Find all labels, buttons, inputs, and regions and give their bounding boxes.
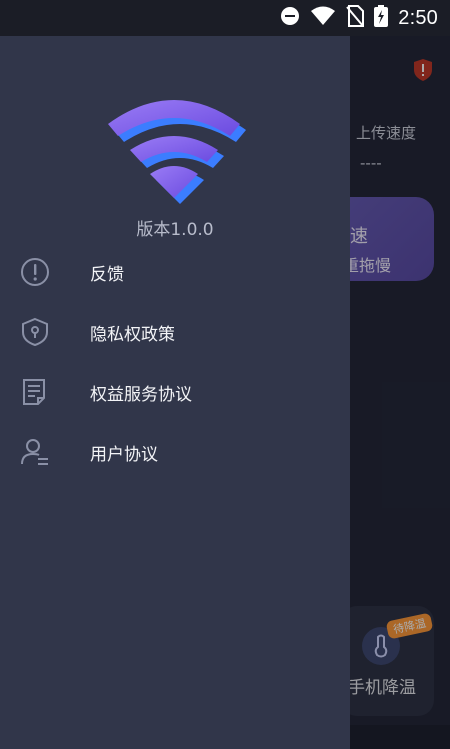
status-icons: 2:50 bbox=[280, 5, 438, 31]
document-icon bbox=[18, 375, 52, 409]
no-sim-icon bbox=[346, 5, 365, 31]
battery-charging-icon bbox=[374, 5, 389, 31]
menu-label-privacy-policy: 隐私权政策 bbox=[90, 324, 175, 345]
menu-label-user-agreement: 用户协议 bbox=[90, 444, 158, 465]
menu-label-feedback: 反馈 bbox=[90, 264, 124, 285]
status-time: 2:50 bbox=[398, 6, 438, 29]
privacy-shield-icon bbox=[18, 315, 52, 349]
wifi-logo-icon bbox=[100, 94, 248, 204]
app-version: 版本1.0.0 bbox=[136, 220, 214, 240]
menu-item-service-agreement[interactable]: 权益服务协议 bbox=[0, 364, 350, 420]
status-bar: 2:50 bbox=[0, 0, 450, 36]
menu-item-user-agreement[interactable]: 用户协议 bbox=[0, 424, 350, 480]
feedback-icon bbox=[18, 255, 52, 289]
user-agreement-icon bbox=[18, 435, 52, 469]
menu-label-service-agreement: 权益服务协议 bbox=[90, 384, 192, 405]
wifi-icon bbox=[310, 6, 336, 30]
menu-item-feedback[interactable]: 反馈 bbox=[0, 244, 350, 300]
do-not-disturb-icon bbox=[280, 6, 300, 30]
navigation-drawer: 版本1.0.0 反馈 隐私权政策 权益服务协议 用户协议 bbox=[0, 36, 350, 749]
menu-item-privacy-policy[interactable]: 隐私权政策 bbox=[0, 304, 350, 360]
